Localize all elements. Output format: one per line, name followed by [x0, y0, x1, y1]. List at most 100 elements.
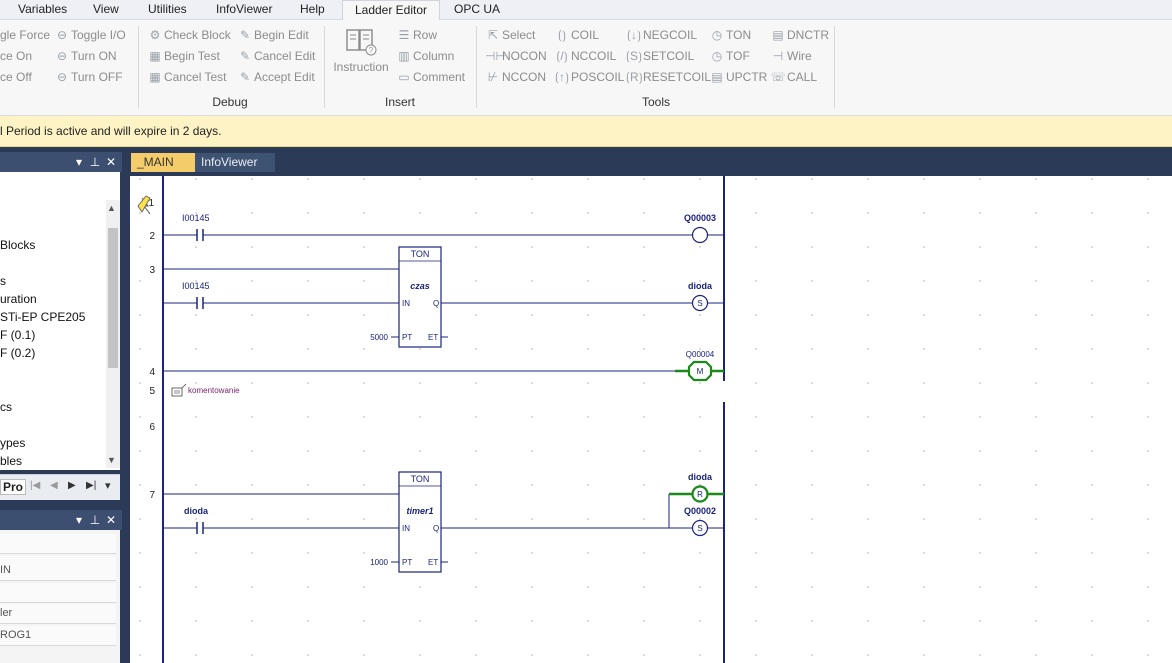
- property-row[interactable]: [0, 583, 116, 603]
- tree-item[interactable]: cs: [0, 400, 12, 414]
- property-row[interactable]: IN: [0, 561, 116, 581]
- coil-label: Q00004: [686, 350, 715, 359]
- force-off-button[interactable]: ce Off: [0, 68, 32, 86]
- wire-tool-button[interactable]: ⊣ Wire: [770, 47, 812, 65]
- nccon-tool-button[interactable]: ⊬ NCCON: [485, 68, 546, 86]
- pin-icon[interactable]: ⊥: [88, 512, 102, 528]
- properties-panel: IN ler ROG1: [0, 530, 120, 663]
- coil-label: Q00003: [684, 213, 716, 223]
- tof-tool-button[interactable]: ◷ TOF: [709, 47, 750, 65]
- tree-navigation-bar: Pro |◀ ◀ ▶ ▶| ▾: [0, 474, 120, 500]
- chevron-down-icon[interactable]: ▾: [72, 154, 86, 170]
- cancel-test-button[interactable]: ▦ Cancel Test: [147, 68, 226, 86]
- contact-i00145[interactable]: [196, 229, 204, 241]
- scroll-up-icon[interactable]: ▲: [107, 203, 116, 213]
- coil-tool-button[interactable]: ⟮⟯ COIL: [554, 26, 599, 44]
- call-tool-button[interactable]: ☏ CALL: [770, 68, 817, 86]
- force-on-button[interactable]: ce On: [0, 47, 32, 65]
- tree-item[interactable]: STi-EP CPE205: [0, 310, 85, 324]
- tree-item[interactable]: Blocks: [0, 238, 35, 252]
- menu-utilities[interactable]: Utilities: [144, 0, 191, 20]
- prev-page-icon[interactable]: ◀: [50, 480, 58, 491]
- row-number: 1: [148, 198, 154, 209]
- menu-view[interactable]: View: [89, 0, 123, 20]
- tab-infoviewer[interactable]: InfoViewer: [195, 153, 275, 172]
- toggle-io-button[interactable]: ⊖ Toggle I/O: [54, 26, 126, 44]
- rung-5-comment[interactable]: komentowanie: [171, 383, 240, 397]
- insert-column-button[interactable]: ▥ Column: [396, 47, 454, 65]
- tree-item[interactable]: ypes: [0, 436, 25, 450]
- navigator-panel-header: ▾ ⊥ ✕: [0, 152, 122, 172]
- first-page-icon[interactable]: |◀: [30, 480, 40, 491]
- dnctr-tool-button[interactable]: ▤ DNCTR: [770, 26, 829, 44]
- begin-test-button[interactable]: ▦ Begin Test: [147, 47, 220, 65]
- accept-edit-button[interactable]: ✎ Accept Edit: [237, 68, 315, 86]
- ladder-diagram[interactable]: 1 2 3 4 5 6 7 I00145 Q00003 I00145 TON c…: [130, 176, 1172, 663]
- nccoil-tool-button[interactable]: ⟮/⟯ NCCOIL: [554, 47, 616, 65]
- menu-ladder-editor[interactable]: Ladder Editor: [342, 0, 440, 21]
- poscoil-tool-button[interactable]: ⟮↑⟯ POSCOIL: [554, 68, 624, 86]
- tree-item[interactable]: F (0.1): [0, 328, 35, 342]
- close-icon[interactable]: ✕: [104, 512, 118, 528]
- insert-comment-button[interactable]: ▭ Comment: [396, 68, 465, 86]
- contact-i00145[interactable]: [196, 297, 204, 309]
- menu-variables[interactable]: Variables: [14, 0, 71, 20]
- trial-notice-bar: l Period is active and will expire in 2 …: [0, 116, 1172, 147]
- tree-item[interactable]: uration: [0, 292, 37, 306]
- ton-block-timer1[interactable]: [398, 471, 442, 573]
- scroll-down-icon[interactable]: ▼: [107, 455, 116, 465]
- menu-opc-ua[interactable]: OPC UA: [450, 0, 504, 20]
- cancel-edit-button[interactable]: ✎ Cancel Edit: [237, 47, 315, 65]
- last-page-icon[interactable]: ▶|: [86, 480, 96, 491]
- close-icon[interactable]: ✕: [104, 154, 118, 170]
- tree-item[interactable]: bles: [0, 454, 22, 468]
- menu-infoviewer[interactable]: InfoViewer: [212, 0, 276, 20]
- turn-off-button[interactable]: ⊖ Turn OFF: [54, 68, 123, 86]
- rung-4[interactable]: M Q00004: [163, 350, 724, 382]
- ton-block-czas[interactable]: [398, 246, 442, 348]
- wire-icon: ⊣: [772, 49, 784, 63]
- pin-icon[interactable]: ⊥: [88, 154, 102, 170]
- nocon-tool-button[interactable]: ⊣⊢NOCON: [485, 47, 547, 65]
- check-block-icon: ⚙: [149, 28, 161, 42]
- pencil-icon: ✎: [239, 49, 251, 63]
- dropdown-icon[interactable]: ▾: [105, 479, 111, 492]
- coil-type: S: [697, 524, 702, 533]
- upctr-tool-button[interactable]: ▤ UPCTR: [709, 68, 767, 86]
- negcoil-tool-button[interactable]: ⟮↓⟯ NEGCOIL: [626, 26, 697, 44]
- insert-row-button[interactable]: ☰ Row: [396, 26, 437, 44]
- rung-7[interactable]: dioda TON timer1 IN Q PT ET 1000 R dioda…: [163, 471, 724, 573]
- check-block-button[interactable]: ⚙ Check Block: [147, 26, 231, 44]
- chevron-down-icon[interactable]: ▾: [72, 512, 86, 528]
- rung-2[interactable]: I00145 Q00003: [163, 213, 724, 244]
- pin-et: ET: [428, 333, 438, 342]
- rung-3[interactable]: I00145 TON czas IN Q PT ET 5000 S dioda: [163, 246, 724, 348]
- phone-icon: ☏: [770, 70, 786, 84]
- tree-item[interactable]: F (0.2): [0, 346, 35, 360]
- project-tab[interactable]: Pro: [0, 479, 27, 495]
- property-row[interactable]: [0, 534, 116, 554]
- contact-dioda[interactable]: [196, 522, 204, 534]
- resetcoil-tool-button[interactable]: ⟮R⟯RESETCOIL: [626, 68, 711, 86]
- setcoil-tool-button[interactable]: ⟮S⟯SETCOIL: [626, 47, 694, 65]
- tree-scrollbar-thumb[interactable]: [108, 228, 118, 368]
- turn-on-button[interactable]: ⊖ Turn ON: [54, 47, 117, 65]
- property-row[interactable]: ler: [0, 604, 116, 624]
- instruction-button[interactable]: ? Instruction: [332, 28, 390, 84]
- coil-type: R: [697, 490, 703, 499]
- tab-main[interactable]: _MAIN ✕: [131, 153, 195, 188]
- tree-item[interactable]: s: [0, 274, 6, 288]
- poscoil-icon: ⟮↑⟯: [555, 70, 569, 84]
- timer-icon: ◷: [711, 49, 723, 63]
- toggle-force-button[interactable]: gle Force: [0, 26, 50, 44]
- property-row[interactable]: ROG1: [0, 626, 116, 646]
- coil-q00003[interactable]: [691, 226, 709, 244]
- menu-help[interactable]: Help: [296, 0, 329, 20]
- instruction-book-icon: ?: [346, 29, 377, 56]
- select-tool-button[interactable]: ⇱ Select: [485, 26, 535, 44]
- next-page-icon[interactable]: ▶: [68, 480, 76, 491]
- ton-tool-button[interactable]: ◷ TON: [709, 26, 751, 44]
- begin-edit-button[interactable]: ✎ Begin Edit: [237, 26, 309, 44]
- turn-off-icon: ⊖: [56, 70, 68, 84]
- ribbon-separator: [476, 26, 477, 108]
